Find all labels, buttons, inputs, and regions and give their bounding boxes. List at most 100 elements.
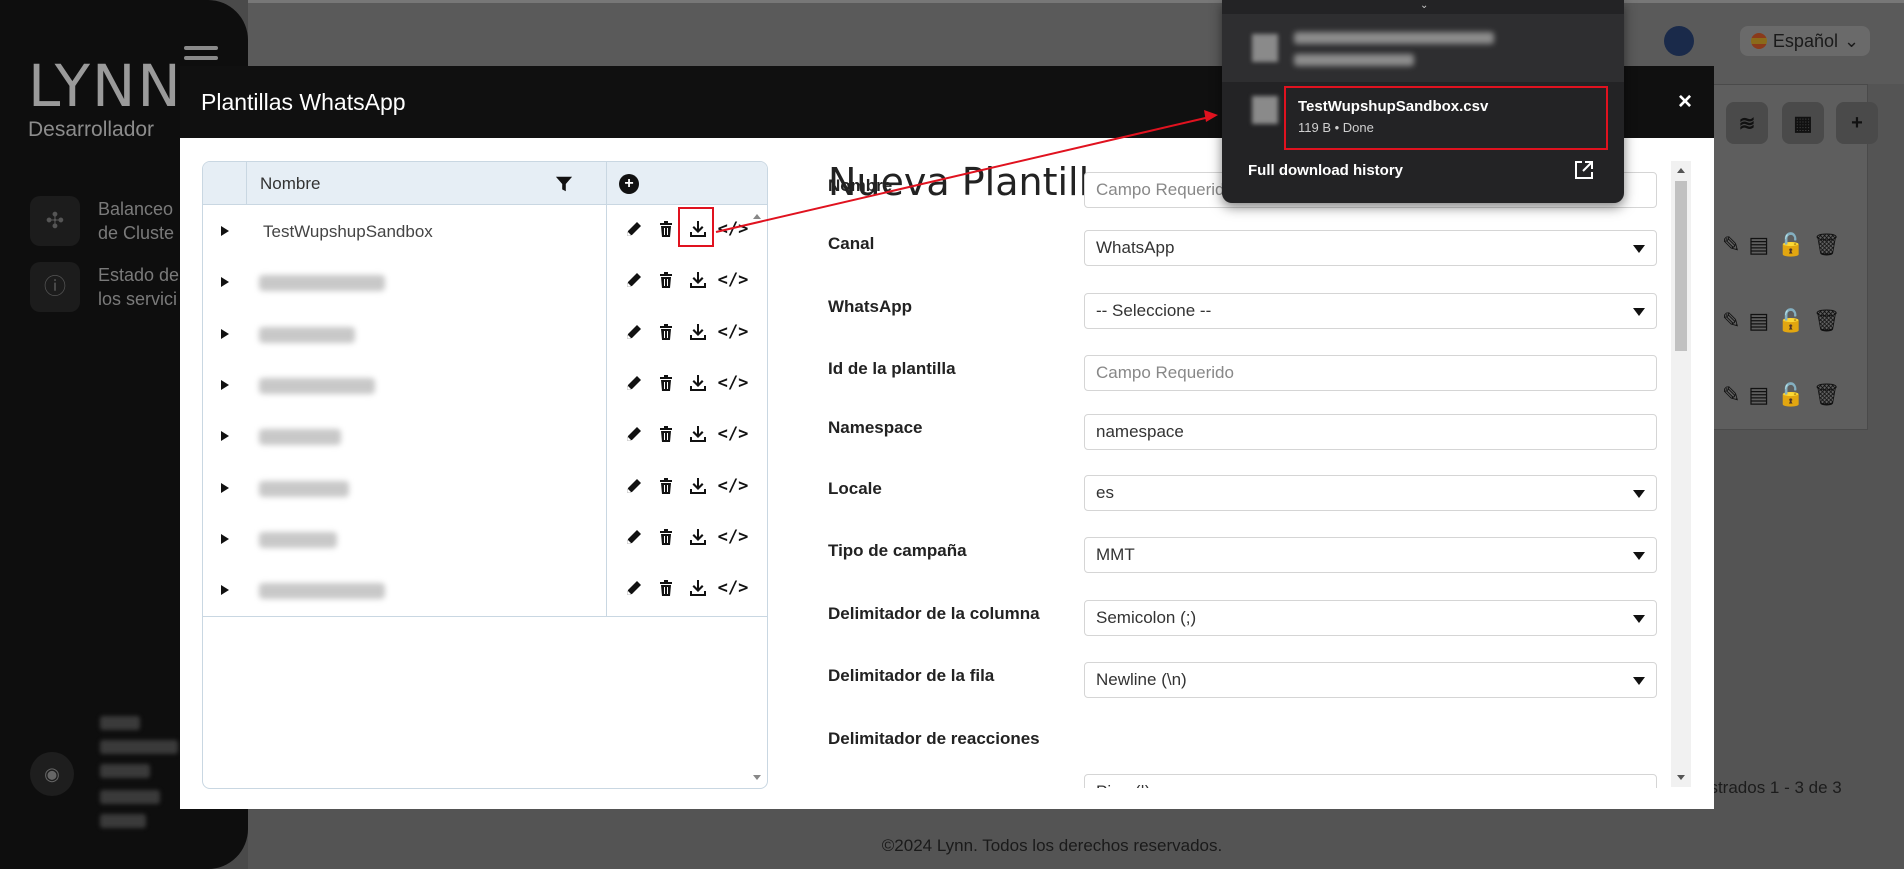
expand-arrow-icon[interactable]	[221, 328, 229, 339]
download-icon[interactable]	[687, 269, 709, 291]
field-label: Delimitador de la columna	[828, 604, 1040, 623]
blurred-template-name	[259, 583, 385, 600]
select-field[interactable]: Pipe (|)	[1084, 774, 1657, 788]
table-row[interactable]: </>	[203, 360, 767, 411]
download-file-name: TestWupshupSandbox.csv	[1298, 98, 1489, 115]
filter-icon[interactable]	[555, 175, 573, 193]
edit-icon[interactable]	[623, 475, 645, 497]
select-field[interactable]: Newline (\n)	[1084, 662, 1657, 698]
expand-arrow-icon[interactable]	[221, 533, 229, 544]
language-label: Español	[1772, 30, 1838, 51]
download-icon[interactable]	[687, 321, 709, 343]
code-icon[interactable]: </>	[718, 475, 749, 497]
table-row[interactable]: </>	[203, 411, 767, 462]
table-row[interactable]: </>	[203, 309, 767, 360]
download-file-meta: 119 B • Done	[1298, 120, 1374, 135]
select-field[interactable]: es	[1084, 475, 1657, 511]
code-icon[interactable]: </>	[718, 218, 749, 240]
code-icon[interactable]: </>	[718, 269, 749, 291]
full-download-history-link[interactable]: Full download history	[1248, 162, 1403, 179]
blurred-template-name	[259, 480, 349, 497]
edit-icon[interactable]	[623, 218, 645, 240]
expand-arrow-icon[interactable]	[221, 585, 229, 596]
expand-arrow-icon[interactable]	[221, 277, 229, 288]
blurred-file-name	[1294, 32, 1494, 44]
table-row[interactable]: </>	[203, 565, 767, 616]
edit-icon[interactable]	[623, 423, 645, 445]
edit-icon[interactable]	[623, 269, 645, 291]
row-actions: </>	[623, 577, 749, 599]
table-row[interactable]: </>	[203, 257, 767, 308]
layers-icon[interactable]: ≋	[1726, 102, 1768, 144]
grid-expander-column	[203, 162, 247, 205]
blurred-user-info	[100, 814, 146, 828]
download-icon[interactable]	[687, 475, 709, 497]
delete-icon[interactable]	[655, 577, 677, 599]
row-actions-icons: ✎▤🔓🗑	[1722, 382, 1849, 407]
calendar-icon[interactable]: ▦	[1782, 102, 1824, 144]
camera-icon[interactable]: ◉	[30, 752, 74, 796]
add-icon[interactable]: +	[1836, 102, 1878, 144]
user-role: Desarrollador	[28, 118, 155, 141]
text-field[interactable]: namespace	[1084, 414, 1657, 450]
code-icon[interactable]: </>	[718, 372, 749, 394]
footer-copyright: ©2024 Lynn. Todos los derechos reservado…	[881, 836, 1223, 855]
field-label: Tipo de campaña	[828, 541, 967, 560]
download-item-blurred[interactable]	[1222, 14, 1624, 82]
expand-arrow-icon[interactable]	[221, 379, 229, 390]
code-icon[interactable]: </>	[718, 526, 749, 548]
select-field[interactable]: -- Seleccione --	[1084, 293, 1657, 329]
download-icon[interactable]	[687, 423, 709, 445]
row-actions: </>	[623, 526, 749, 548]
notification-bell-icon[interactable]	[1664, 26, 1694, 56]
delete-icon[interactable]	[655, 423, 677, 445]
download-icon[interactable]	[687, 526, 709, 548]
table-row[interactable]: </>	[203, 514, 767, 565]
text-field[interactable]: Campo Requerido	[1084, 355, 1657, 391]
select-field[interactable]: WhatsApp	[1084, 230, 1657, 266]
expand-arrow-icon[interactable]	[221, 226, 229, 236]
blurred-template-name	[259, 531, 337, 548]
code-icon[interactable]: </>	[718, 321, 749, 343]
blurred-template-name	[259, 429, 341, 446]
dropdown-caret-icon	[1633, 677, 1645, 685]
dropdown-caret-icon	[1633, 552, 1645, 560]
close-icon[interactable]: ×	[1678, 88, 1692, 116]
download-icon[interactable]	[687, 577, 709, 599]
table-row[interactable]: </>	[203, 463, 767, 514]
download-item-highlight[interactable]	[1284, 86, 1608, 150]
file-thumbnail	[1252, 34, 1278, 62]
delete-icon[interactable]	[655, 475, 677, 497]
select-field[interactable]: MMT	[1084, 537, 1657, 573]
field-label: Canal	[828, 234, 875, 253]
edit-icon[interactable]	[623, 321, 645, 343]
row-actions-icons: ✎▤🔓🗑	[1722, 308, 1849, 333]
select-field-clipped[interactable]: Pipe (|)	[1084, 774, 1657, 788]
edit-icon[interactable]	[623, 526, 645, 548]
code-icon[interactable]: </>	[718, 577, 749, 599]
grid-scrollbar[interactable]	[747, 206, 767, 788]
field-label: Delimitador de reacciones	[828, 729, 1040, 748]
select-field[interactable]: Semicolon (;)	[1084, 600, 1657, 636]
download-icon[interactable]	[687, 372, 709, 394]
expand-arrow-icon[interactable]	[221, 431, 229, 442]
open-external-icon[interactable]	[1574, 160, 1594, 180]
row-actions-icons: ✎▤🔓🗑	[1722, 232, 1849, 257]
expand-arrow-icon[interactable]	[221, 482, 229, 493]
add-template-icon[interactable]: +	[619, 174, 639, 194]
delete-icon[interactable]	[655, 526, 677, 548]
delete-icon[interactable]	[655, 372, 677, 394]
template-name: TestWupshupSandbox	[263, 222, 433, 241]
field-label: Locale	[828, 479, 882, 498]
edit-icon[interactable]	[623, 372, 645, 394]
code-icon[interactable]: </>	[718, 423, 749, 445]
blurred-template-name	[259, 275, 385, 292]
delete-icon[interactable]	[655, 321, 677, 343]
highlighted-download-box	[678, 207, 714, 247]
delete-icon[interactable]	[655, 218, 677, 240]
delete-icon[interactable]	[655, 269, 677, 291]
language-selector[interactable]: Español ⌄	[1740, 26, 1870, 56]
templates-grid: Nombre + TestWupshupSandbox </> </> </> </> <…	[202, 161, 768, 789]
form-scrollbar[interactable]	[1671, 161, 1691, 787]
edit-icon[interactable]	[623, 577, 645, 599]
